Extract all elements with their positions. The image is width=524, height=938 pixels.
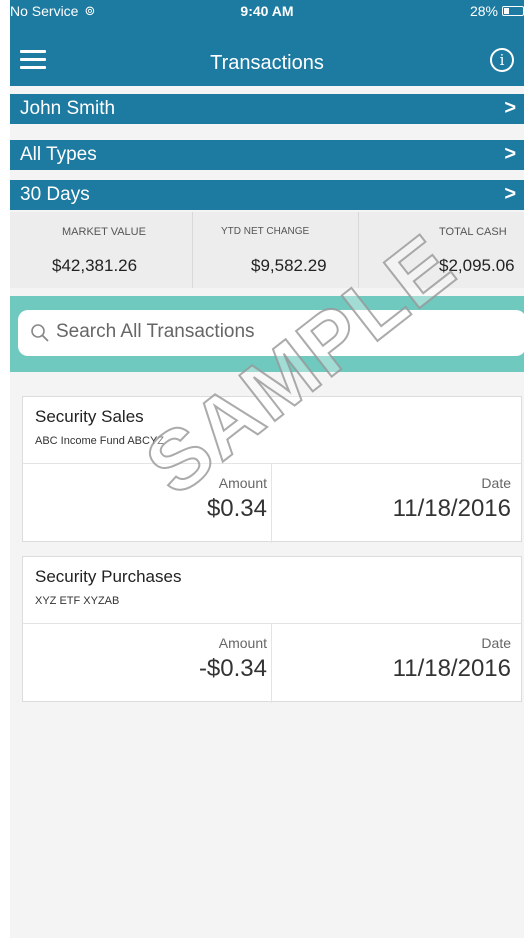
account-summary: MARKET VALUE $42,381.26 YTD NET CHANGE $… <box>10 212 524 288</box>
filter-period[interactable]: 30 Days > <box>10 180 524 210</box>
date-value: 11/18/2016 <box>392 655 511 682</box>
summary-value: $42,381.26 <box>52 256 138 275</box>
status-bar: No Service ⊚ 9:40 AM 28% <box>10 0 524 22</box>
card-divider <box>23 623 521 624</box>
chevron-right-icon: > <box>504 143 516 165</box>
search-icon <box>31 324 49 342</box>
transaction-type: Security Purchases <box>35 567 182 586</box>
clock: 9:40 AM <box>240 3 294 19</box>
search-band: Search All Transactions <box>10 296 524 372</box>
summary-total-cash: TOTAL CASH $2,095.06 <box>359 212 524 288</box>
search-input[interactable]: Search All Transactions <box>18 310 524 356</box>
info-icon[interactable]: i <box>490 48 514 72</box>
battery-icon <box>502 6 524 16</box>
status-right: 28% <box>470 3 524 19</box>
summary-label: TOTAL CASH <box>439 226 507 238</box>
nav-bar: Transactions i <box>10 22 524 86</box>
amount-value: -$0.34 <box>198 655 267 682</box>
summary-value: $2,095.06 <box>439 256 515 275</box>
transaction-card[interactable]: Security Purchases XYZ ETF XYZAB Amount … <box>22 556 522 703</box>
chevron-right-icon: > <box>504 97 516 119</box>
filter-period-label: 30 Days <box>20 184 90 205</box>
page-title: Transactions <box>210 52 324 74</box>
amount-label: Amount <box>218 475 267 491</box>
search-placeholder: Search All Transactions <box>56 321 255 342</box>
filter-account[interactable]: John Smith > <box>10 94 524 124</box>
summary-label: YTD NET CHANGE <box>221 226 310 237</box>
filter-type-label: All Types <box>20 144 97 165</box>
summary-value: $9,582.29 <box>251 256 327 275</box>
battery-percent: 28% <box>469 3 498 19</box>
transaction-card[interactable]: Security Sales ABC Income Fund ABCYZ Amo… <box>22 396 522 543</box>
summary-label: MARKET VALUE <box>62 226 146 238</box>
transaction-security: ABC Income Fund ABCYZ <box>35 435 164 447</box>
card-divider <box>23 463 521 464</box>
filter-type[interactable]: All Types > <box>10 140 524 170</box>
card-divider <box>271 463 272 543</box>
date-value: 11/18/2016 <box>392 495 511 522</box>
card-divider <box>271 623 272 703</box>
amount-label: Amount <box>218 635 267 651</box>
transaction-security: XYZ ETF XYZAB <box>35 595 120 607</box>
summary-market-value: MARKET VALUE $42,381.26 <box>10 212 190 288</box>
summary-ytd-net-change: YTD NET CHANGE $9,582.29 <box>193 212 358 288</box>
amount-value: $0.34 <box>206 495 267 522</box>
date-label: Date <box>481 475 511 491</box>
filter-account-label: John Smith <box>20 98 116 119</box>
transaction-type: Security Sales <box>35 407 144 426</box>
date-label: Date <box>481 635 511 651</box>
transactions-screen: No Service ⊚ 9:40 AM 28% Transactions i … <box>10 0 524 938</box>
chevron-right-icon: > <box>504 183 516 205</box>
